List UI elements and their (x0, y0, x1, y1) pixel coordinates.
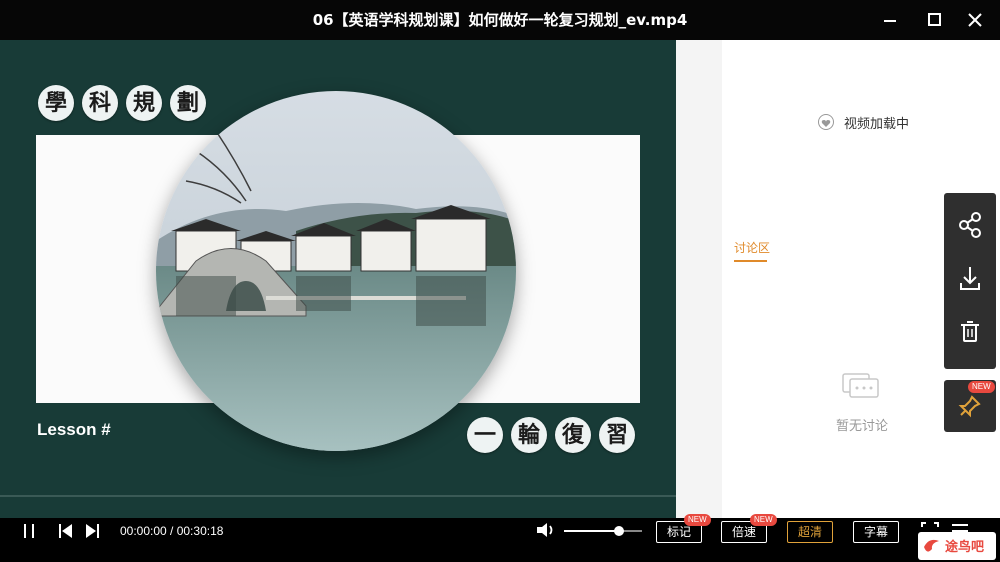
title-char-3: 規 (126, 85, 162, 121)
pin-icon (958, 394, 982, 422)
volume-icon[interactable] (534, 520, 558, 544)
landscape-photo (156, 91, 516, 451)
volume-slider[interactable] (564, 526, 642, 536)
subtitle-char-2: 輪 (511, 417, 547, 453)
pin-button[interactable]: NEW (944, 380, 996, 432)
floating-toolbar (944, 193, 996, 369)
tab-underline (734, 260, 767, 262)
volume-knob[interactable] (613, 526, 624, 536)
close-icon[interactable] (965, 10, 985, 30)
player-controls: 00:00:00 / 00:30:18 标记 NEW 倍速 NEW 超清 字幕 … (0, 514, 1000, 562)
subtitle-char-3: 復 (555, 417, 591, 453)
next-icon[interactable] (82, 522, 102, 544)
quality-button[interactable]: 超清 (787, 521, 833, 543)
progress-bar[interactable] (0, 495, 676, 497)
speed-new-badge: NEW (750, 514, 777, 526)
new-badge: NEW (968, 381, 995, 393)
loading-text: 视频加载中 (844, 117, 910, 132)
title-char-1: 學 (38, 85, 74, 121)
title-char-4: 劃 (170, 85, 206, 121)
watermark-logo: 途鸟吧 (918, 532, 996, 560)
pause-icon[interactable] (20, 522, 40, 544)
minimize-icon[interactable] (880, 10, 900, 30)
subtitle-button[interactable]: 字幕 (853, 521, 899, 543)
empty-discussion-text: 暂无讨论 (836, 419, 889, 434)
subtitle-char-4: 習 (599, 417, 635, 453)
maximize-icon[interactable] (925, 10, 945, 30)
subtitle-char-1: 一 (467, 417, 503, 453)
trash-icon[interactable] (944, 315, 996, 359)
tab-discussion[interactable]: 讨论区 (734, 239, 770, 256)
title-char-2: 科 (82, 85, 118, 121)
time-display: 00:00:00 / 00:30:18 (120, 524, 224, 538)
mark-new-badge: NEW (684, 514, 711, 526)
window-title: 06【英语学科规划课】如何做好一轮复习规划_ev.mp4 (312, 11, 688, 29)
download-icon[interactable] (944, 261, 996, 305)
share-icon[interactable] (944, 207, 996, 251)
volume-fill (564, 530, 619, 532)
heart-icon (818, 114, 834, 130)
chat-icon (842, 370, 882, 408)
lesson-label: Lesson # (37, 420, 111, 439)
watermark-text: 途鸟吧 (945, 540, 985, 555)
previous-icon[interactable] (56, 522, 76, 544)
video-viewport[interactable]: 學 科 規 劃 Lesson # 一 輪 復 習 (0, 40, 676, 518)
